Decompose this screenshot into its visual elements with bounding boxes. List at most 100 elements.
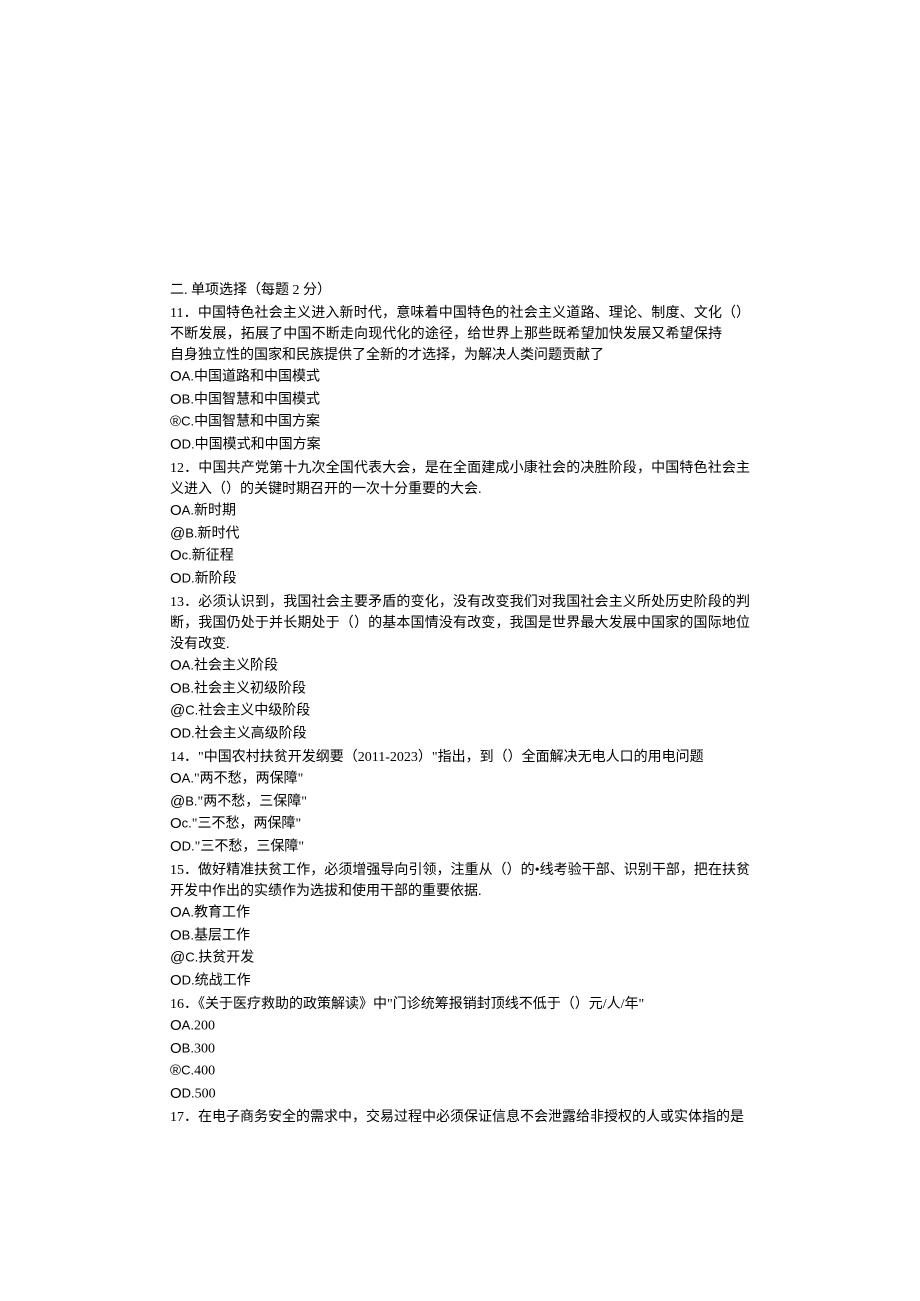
option-d[interactable]: OD.统战工作 bbox=[170, 970, 750, 993]
option-c[interactable]: Oc."三不愁，两保障" bbox=[170, 813, 750, 836]
radio-icon: O bbox=[170, 680, 182, 697]
blank-marker: （） bbox=[722, 303, 750, 366]
question-number: 11 bbox=[170, 306, 183, 321]
option-text: "两不愁，两保障" bbox=[194, 771, 303, 786]
option-label: A. bbox=[182, 904, 194, 919]
radio-icon: O bbox=[170, 927, 182, 944]
option-label: B. bbox=[185, 793, 197, 808]
option-text: 扶贫开发 bbox=[198, 950, 254, 965]
option-b[interactable]: OB.300 bbox=[170, 1038, 750, 1061]
question-12: 12．中国共产党第十九次全国代表大会，是在全面建成小康社会的决胜阶段，中国特色社… bbox=[170, 458, 750, 590]
option-label: A. bbox=[182, 657, 194, 672]
radio-icon: O bbox=[170, 725, 182, 742]
question-stem: ．在电子商务安全的需求中，交易过程中必须保证信息不会泄露给非授权的人或实体指的是 bbox=[184, 1110, 744, 1125]
question-number: 17 bbox=[170, 1110, 184, 1125]
option-c[interactable]: @C.扶贫开发 bbox=[170, 947, 750, 970]
option-text: 社会主义高级阶段 bbox=[195, 726, 307, 741]
option-label: C. bbox=[185, 949, 198, 964]
radio-icon: O bbox=[170, 972, 182, 989]
option-b[interactable]: OB.基层工作 bbox=[170, 925, 750, 948]
option-label: D. bbox=[182, 1085, 195, 1100]
option-d[interactable]: OD.中国模式和中国方案 bbox=[170, 434, 750, 457]
option-text: "三不愁，三保障" bbox=[195, 839, 304, 854]
radio-icon: O bbox=[170, 770, 182, 787]
question-number: 12 bbox=[170, 461, 184, 476]
option-c[interactable]: ®C.400 bbox=[170, 1060, 750, 1083]
option-a[interactable]: OA.中国道路和中国模式 bbox=[170, 366, 750, 389]
option-label: A. bbox=[182, 770, 194, 785]
option-d[interactable]: OD.社会主义高级阶段 bbox=[170, 723, 750, 746]
question-number: 16 bbox=[170, 997, 184, 1012]
option-label: D. bbox=[182, 436, 195, 451]
option-label: D. bbox=[182, 838, 195, 853]
question-number: 14 bbox=[170, 750, 184, 765]
option-a[interactable]: OA.教育工作 bbox=[170, 902, 750, 925]
radio-selected-icon: @ bbox=[170, 702, 185, 719]
option-text: "两不愁，三保障" bbox=[198, 794, 307, 809]
option-c[interactable]: ®C.中国智慧和中国方案 bbox=[170, 411, 750, 434]
question-17: 17．在电子商务安全的需求中，交易过程中必须保证信息不会泄露给非授权的人或实体指… bbox=[170, 1107, 750, 1128]
question-11: 11．中国特色社会主义进入新时代，意味着中国特色的社会主义道路、理论、制度、文化… bbox=[170, 303, 750, 456]
option-text: 400 bbox=[194, 1063, 215, 1078]
option-label: C. bbox=[185, 702, 198, 717]
question-number: 15 bbox=[170, 863, 184, 878]
option-text: 社会主义阶段 bbox=[194, 658, 278, 673]
section-title: 二. 单项选择（每题 2 分） bbox=[170, 280, 750, 301]
option-label: C. bbox=[181, 413, 194, 428]
option-d[interactable]: OD."三不愁，三保障" bbox=[170, 836, 750, 859]
option-text: 中国道路和中国模式 bbox=[194, 369, 320, 384]
option-c[interactable]: @C.社会主义中级阶段 bbox=[170, 700, 750, 723]
question-stem: ．做好精准扶贫工作，必须增强导向引领，注重从（）的•线考验干部、识别干部，把在扶… bbox=[170, 863, 750, 899]
radio-icon: O bbox=[170, 436, 182, 453]
radio-icon: O bbox=[170, 502, 182, 519]
option-text: 新时代 bbox=[198, 526, 240, 541]
option-b[interactable]: OB.社会主义初级阶段 bbox=[170, 678, 750, 701]
question-14: 14．"中国农村扶贫开发纲要（2011-2023）"指出，到（）全面解决无电人口… bbox=[170, 747, 750, 858]
radio-icon: O bbox=[170, 391, 182, 408]
option-label: c. bbox=[182, 547, 192, 562]
option-text: 新阶段 bbox=[195, 571, 237, 586]
option-label: B. bbox=[182, 927, 194, 942]
option-label: B. bbox=[182, 1040, 194, 1055]
option-a[interactable]: OA.200 bbox=[170, 1015, 750, 1038]
option-b[interactable]: @B."两不愁，三保障" bbox=[170, 791, 750, 814]
question-stem: ．"中国农村扶贫开发纲要（2011-2023）"指出，到（）全面解决无电人口的用… bbox=[184, 750, 704, 765]
option-label: A. bbox=[182, 502, 194, 517]
radio-icon: O bbox=[170, 570, 182, 587]
question-stem: ．必须认识到，我国社会主要矛盾的变化，没有改变我们对我国社会主义所处历史阶段的判… bbox=[170, 595, 750, 652]
option-text: 教育工作 bbox=[194, 905, 250, 920]
radio-icon: O bbox=[170, 368, 182, 385]
radio-selected-icon: @ bbox=[170, 793, 185, 810]
option-a[interactable]: OA.社会主义阶段 bbox=[170, 655, 750, 678]
option-text: 新征程 bbox=[192, 548, 234, 563]
option-label: c. bbox=[182, 815, 192, 830]
radio-icon: O bbox=[170, 547, 182, 564]
radio-icon: O bbox=[170, 904, 182, 921]
option-text: 社会主义初级阶段 bbox=[194, 681, 306, 696]
option-c[interactable]: Oc.新征程 bbox=[170, 545, 750, 568]
option-d[interactable]: OD.500 bbox=[170, 1083, 750, 1106]
option-text: "三不愁，两保障" bbox=[192, 816, 301, 831]
radio-icon: O bbox=[170, 1017, 182, 1034]
radio-selected-icon: @ bbox=[170, 949, 185, 966]
radio-selected-icon: ® bbox=[170, 413, 181, 430]
option-a[interactable]: OA.新时期 bbox=[170, 500, 750, 523]
option-text: 中国模式和中国方案 bbox=[195, 437, 321, 452]
question-stem: ．中国特色社会主义进入新时代，意味着中国特色的社会主义道路、理论、制度、文化不断… bbox=[170, 306, 722, 363]
option-label: A. bbox=[182, 368, 194, 383]
option-label: D. bbox=[182, 972, 195, 987]
option-text: 中国智慧和中国模式 bbox=[194, 392, 320, 407]
question-13: 13．必须认识到，我国社会主要矛盾的变化，没有改变我们对我国社会主义所处历史阶段… bbox=[170, 592, 750, 745]
option-d[interactable]: OD.新阶段 bbox=[170, 568, 750, 591]
option-b[interactable]: OB.中国智慧和中国模式 bbox=[170, 389, 750, 412]
radio-icon: O bbox=[170, 1085, 182, 1102]
option-text: 新时期 bbox=[194, 503, 236, 518]
radio-selected-icon: ® bbox=[170, 1062, 181, 1079]
question-stem: ．《关于医疗救助的政策解读》中"门诊统筹报销封顶线不低于（）元/人/年" bbox=[184, 997, 644, 1012]
option-label: D. bbox=[182, 570, 195, 585]
option-a[interactable]: OA."两不愁，两保障" bbox=[170, 768, 750, 791]
option-label: B. bbox=[182, 391, 194, 406]
radio-icon: O bbox=[170, 657, 182, 674]
option-text: 中国智慧和中国方案 bbox=[194, 414, 320, 429]
option-b[interactable]: @B.新时代 bbox=[170, 523, 750, 546]
